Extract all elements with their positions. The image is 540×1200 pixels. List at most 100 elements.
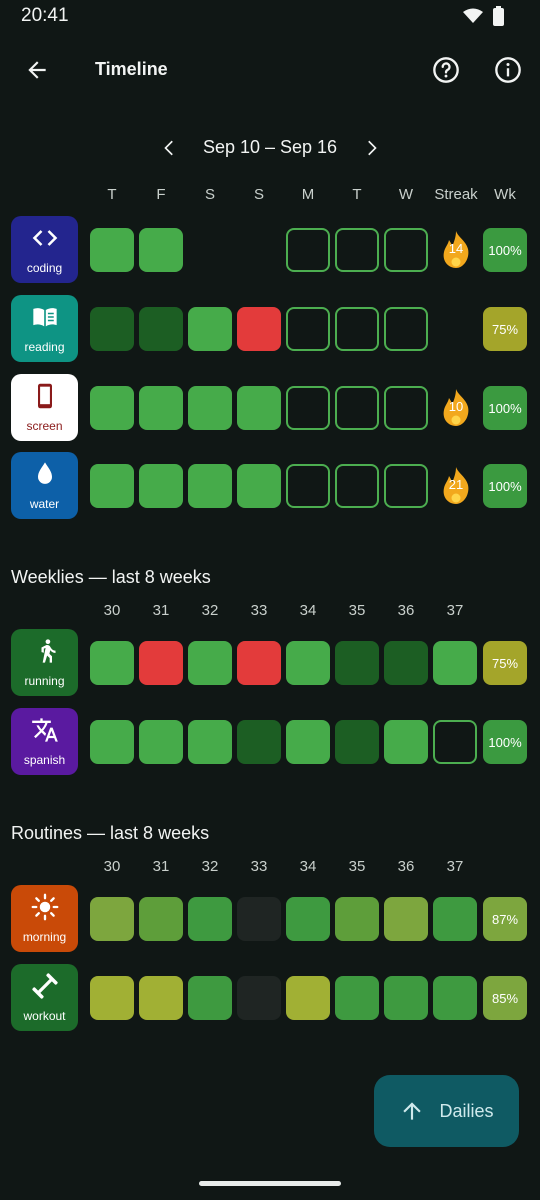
habit-cell[interactable]: [90, 228, 134, 272]
column-header: 34: [299, 858, 317, 875]
status-time: 20:41: [21, 5, 69, 26]
habit-cell[interactable]: [384, 720, 428, 764]
streak-count: 10: [448, 399, 464, 414]
week-percent-badge: 100%: [483, 464, 527, 508]
habit-cell[interactable]: [237, 228, 281, 272]
habit-cell[interactable]: [433, 897, 477, 941]
info-button[interactable]: [489, 51, 527, 89]
help-button[interactable]: [427, 51, 465, 89]
habit-cell[interactable]: [335, 228, 379, 272]
app-bar: Timeline: [0, 40, 540, 98]
habit-cell[interactable]: [335, 464, 379, 508]
habit-cell[interactable]: [384, 386, 428, 430]
habit-cell[interactable]: [335, 976, 379, 1020]
column-header: 37: [446, 602, 464, 619]
fab-label: Dailies: [439, 1100, 494, 1121]
habit-cell[interactable]: [139, 464, 183, 508]
habit-cell[interactable]: [188, 976, 232, 1020]
habit-cell[interactable]: [90, 307, 134, 351]
habit-cell[interactable]: [286, 720, 330, 764]
habit-cell[interactable]: [139, 720, 183, 764]
habit-cell[interactable]: [237, 641, 281, 685]
habit-cell[interactable]: [188, 720, 232, 764]
habit-cell[interactable]: [433, 720, 477, 764]
status-icons: [463, 6, 504, 31]
habit-label: screen: [26, 419, 63, 433]
habit-cell[interactable]: [286, 976, 330, 1020]
dumbbell-icon: [31, 972, 59, 1005]
week-percent-badge: 100%: [483, 228, 527, 272]
habit-label: coding: [26, 261, 63, 275]
habit-cell[interactable]: [237, 464, 281, 508]
habit-cell[interactable]: [90, 386, 134, 430]
habit-button-running[interactable]: running: [11, 629, 78, 696]
week-navigation: Sep 10 – Sep 16: [0, 132, 540, 164]
habit-cell[interactable]: [188, 386, 232, 430]
habit-cell[interactable]: [139, 641, 183, 685]
next-week-button[interactable]: [356, 132, 386, 164]
week-percent-badge: 75%: [483, 307, 527, 351]
habit-cell[interactable]: [286, 464, 330, 508]
habit-cell[interactable]: [188, 464, 232, 508]
column-header: 32: [201, 858, 219, 875]
habit-cell[interactable]: [188, 307, 232, 351]
habit-button-spanish[interactable]: spanish: [11, 708, 78, 775]
dailies-fab-button[interactable]: Dailies: [374, 1075, 519, 1147]
habit-cell[interactable]: [90, 464, 134, 508]
habit-cell[interactable]: [90, 641, 134, 685]
habit-cell[interactable]: [237, 720, 281, 764]
home-indicator: [199, 1181, 341, 1186]
habit-cell[interactable]: [335, 307, 379, 351]
column-header: T: [352, 186, 362, 203]
habit-button-screen[interactable]: screen: [11, 374, 78, 441]
column-header: S: [253, 186, 264, 203]
wk-column-header: Wk: [494, 186, 516, 203]
column-header: 36: [397, 858, 415, 875]
habit-cell[interactable]: [335, 720, 379, 764]
habit-cell[interactable]: [335, 897, 379, 941]
habit-cell[interactable]: [384, 897, 428, 941]
habit-cell[interactable]: [286, 641, 330, 685]
habit-cell[interactable]: [335, 641, 379, 685]
column-header: 36: [397, 602, 415, 619]
habit-cell[interactable]: [433, 641, 477, 685]
habit-cell[interactable]: [90, 976, 134, 1020]
habit-cell[interactable]: [188, 897, 232, 941]
habit-cell[interactable]: [237, 307, 281, 351]
streak-column-header: Streak: [434, 186, 478, 203]
habit-cell[interactable]: [237, 897, 281, 941]
habit-cell[interactable]: [384, 307, 428, 351]
habit-button-coding[interactable]: coding: [11, 216, 78, 283]
habit-cell[interactable]: [286, 897, 330, 941]
back-button[interactable]: [18, 51, 56, 89]
habit-cell[interactable]: [286, 386, 330, 430]
habit-cell[interactable]: [90, 897, 134, 941]
column-header: 31: [152, 602, 170, 619]
habit-cell[interactable]: [384, 976, 428, 1020]
habit-cell[interactable]: [188, 641, 232, 685]
habit-cell[interactable]: [139, 976, 183, 1020]
habit-cell[interactable]: [237, 976, 281, 1020]
column-header: 31: [152, 858, 170, 875]
habit-cell[interactable]: [384, 641, 428, 685]
habit-cell[interactable]: [139, 307, 183, 351]
habit-cell[interactable]: [286, 307, 330, 351]
habit-cell[interactable]: [384, 464, 428, 508]
habit-cell[interactable]: [433, 976, 477, 1020]
habit-button-workout[interactable]: workout: [11, 964, 78, 1031]
habit-cell[interactable]: [335, 386, 379, 430]
habit-cell[interactable]: [188, 228, 232, 272]
habit-cell[interactable]: [139, 386, 183, 430]
habit-cell[interactable]: [237, 386, 281, 430]
habit-cell[interactable]: [139, 228, 183, 272]
habit-button-water[interactable]: water: [11, 452, 78, 519]
habit-cell[interactable]: [384, 228, 428, 272]
water-drop-icon: [31, 460, 59, 493]
chevron-right-icon: [368, 140, 377, 156]
habit-button-reading[interactable]: reading: [11, 295, 78, 362]
habit-cell[interactable]: [139, 897, 183, 941]
previous-week-button[interactable]: [155, 132, 185, 164]
habit-cell[interactable]: [90, 720, 134, 764]
habit-cell[interactable]: [286, 228, 330, 272]
habit-button-morning[interactable]: morning: [11, 885, 78, 952]
